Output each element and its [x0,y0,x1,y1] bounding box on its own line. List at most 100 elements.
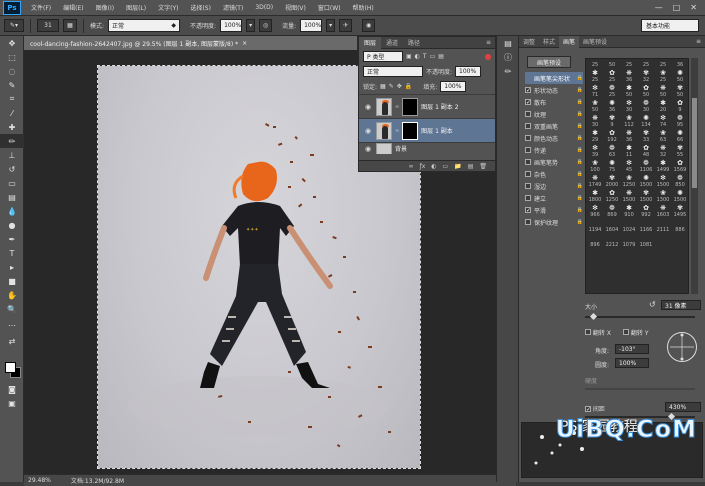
close-document-icon[interactable]: × [242,40,247,47]
flip-x-option[interactable]: 翻转 X [585,328,611,337]
opacity-input[interactable]: 100% [220,19,243,32]
opacity-dropdown-icon[interactable]: ▾ [246,19,256,32]
gradient-tool-icon[interactable]: ▤ [0,190,24,204]
brush-tip-icon[interactable]: ❁ [639,159,653,167]
brush-tool-icon[interactable]: ✏ [0,134,24,148]
layer-mask-thumbnail[interactable] [402,97,419,116]
brush-tip-icon[interactable]: ✺ [639,114,653,122]
panel-menu-icon[interactable]: ≡ [696,38,705,45]
size-slider[interactable] [585,316,695,318]
brush-tip-icon[interactable]: ✾ [673,144,687,152]
filter-adjust-icon[interactable]: ◐ [415,53,420,60]
brush-tip-icon[interactable]: ✺ [673,129,687,137]
brush-tip-icon[interactable]: ✻ [588,84,602,92]
new-adjustment-icon[interactable]: ▭ [443,163,449,170]
quick-select-tool-icon[interactable]: ✎ [0,78,24,92]
brush-tip-icon[interactable]: ❁ [673,174,687,182]
option-checkbox[interactable]: ✓ [525,99,531,106]
lock-icon[interactable]: 🔒 [577,123,583,129]
brush-size-picker[interactable]: 31 [37,19,59,32]
quick-mask-icon[interactable]: ◙ [0,382,24,396]
brush-tip-icon[interactable]: ✱ [656,159,670,167]
brush-tip-icon[interactable]: ✾ [673,204,687,212]
brush-tip-icon[interactable]: ❀ [588,159,602,167]
brush-tool-preset-icon[interactable]: ✎▾ [4,19,24,32]
workspace-select[interactable]: 基本功能 [641,19,699,32]
chain-icon[interactable]: ∞ [395,104,399,110]
spacing-option[interactable]: ✓ 间距 [585,404,605,413]
menu-help[interactable]: 帮助(H) [347,3,380,12]
brush-tip-icon[interactable]: ❋ [588,114,602,122]
menu-edit[interactable]: 编辑(E) [57,3,89,12]
tab-brush-presets[interactable]: 画笔预设 [579,36,611,48]
add-mask-icon[interactable]: ◐ [431,163,436,170]
mode-select[interactable]: 正常 ◆ [108,19,181,32]
properties-panel-icon[interactable]: ⓘ [497,50,519,64]
brush-option-item[interactable]: 保护纹理 🔒 [525,216,583,228]
close-icon[interactable]: ✕ [690,3,697,12]
flow-input[interactable]: 100% [300,19,323,32]
lock-icon[interactable]: 🔒 [577,87,583,93]
brush-tip-icon[interactable]: ❀ [656,69,670,77]
lock-icon[interactable]: 🔒 [577,99,583,105]
roundness-input[interactable]: 100% [615,358,649,368]
option-checkbox[interactable] [525,171,531,177]
airbrush-icon[interactable]: ✈ [339,19,353,32]
zoom-level[interactable]: 29.48% [28,477,51,484]
menu-layer[interactable]: 图层(L) [120,3,152,12]
brush-tip-icon[interactable]: ✿ [639,84,653,92]
tab-paths[interactable]: 路径 [403,37,425,49]
reset-size-icon[interactable]: ↺ [649,300,656,309]
history-brush-tool-icon[interactable]: ↺ [0,162,24,176]
brush-grid-scrollbar[interactable] [691,58,698,294]
tab-styles[interactable]: 样式 [539,36,559,48]
screen-mode-icon[interactable]: ▣ [0,396,24,410]
option-checkbox[interactable] [525,135,531,141]
brush-panel-icon[interactable]: ✏ [497,64,519,78]
pressure-size-icon[interactable]: ◉ [362,19,376,32]
brush-tip-icon[interactable]: ❋ [588,174,602,182]
brush-tip-icon[interactable]: ✿ [639,204,653,212]
menu-select[interactable]: 选择(S) [184,3,217,12]
visibility-eye-icon[interactable]: ◉ [363,103,373,111]
healing-tool-icon[interactable]: ✚ [0,120,24,134]
option-checkbox[interactable] [525,183,531,189]
filter-shape-icon[interactable]: ▭ [430,53,436,60]
brush-tip-icon[interactable]: ❁ [605,204,619,212]
dodge-tool-icon[interactable]: ● [0,218,24,232]
angle-input[interactable]: -103° [615,344,649,354]
minimize-icon[interactable]: — [655,3,663,12]
lock-icon[interactable]: 🔒 [577,75,583,81]
brush-tip-icon[interactable]: ✱ [588,129,602,137]
brush-tip-icon[interactable]: ✾ [605,174,619,182]
lock-icon[interactable]: 🔒 [577,183,583,189]
lock-icon[interactable]: 🔒 [577,111,583,117]
type-tool-icon[interactable]: T [0,246,24,260]
brush-option-item[interactable]: 画笔笔尖形状 🔒 [525,72,583,84]
brush-tip-icon[interactable]: ❀ [656,129,670,137]
brush-tip-icon[interactable]: ✱ [622,84,636,92]
lock-icon[interactable]: 🔒 [577,159,583,165]
fill-input[interactable]: 100% [440,81,467,92]
brush-option-item[interactable]: 杂色 🔒 [525,168,583,180]
brush-option-item[interactable]: 画笔笔势 🔒 [525,156,583,168]
brush-tip-icon[interactable]: ✾ [639,189,653,197]
spacing-checkbox[interactable]: ✓ [585,406,591,413]
brush-tip-icon[interactable]: ✱ [656,99,670,107]
hardness-slider[interactable] [585,388,695,390]
pen-tool-icon[interactable]: ✒ [0,232,24,246]
filter-toggle-icon[interactable] [485,53,491,60]
lock-transparent-icon[interactable]: ▦ [380,83,386,90]
brush-tip-icon[interactable]: ✻ [656,174,670,182]
brush-presets-button[interactable]: 画笔预设 [527,56,571,68]
brush-tip-icon[interactable]: ❁ [639,99,653,107]
brush-panel-toggle-icon[interactable]: ▦ [63,19,77,32]
brush-option-item[interactable]: ✓ 散布 🔒 [525,96,583,108]
filter-type-icon[interactable]: T [423,53,427,60]
lock-all-icon[interactable]: 🔒 [405,83,412,90]
brush-tip-icon[interactable]: ✻ [622,99,636,107]
brush-tip-icon[interactable]: ✺ [605,159,619,167]
brush-tip-icon[interactable]: ❁ [605,84,619,92]
brush-tip-icon[interactable]: ✾ [673,84,687,92]
brush-tip-icon[interactable]: ✿ [639,144,653,152]
